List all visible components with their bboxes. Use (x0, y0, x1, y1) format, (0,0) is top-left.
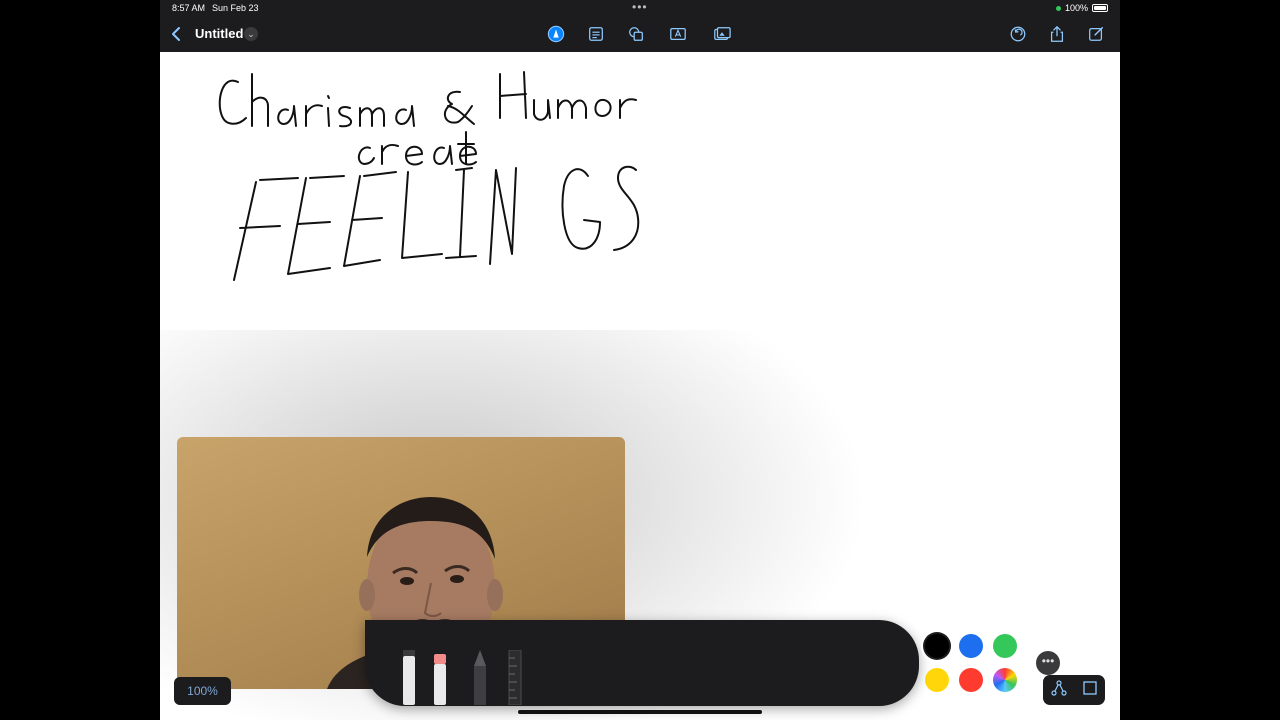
blue-swatch[interactable] (959, 634, 983, 658)
yellow-swatch[interactable] (925, 668, 949, 692)
more-options-button[interactable]: ••• (1036, 651, 1060, 675)
handwriting-strokes (218, 71, 640, 281)
title-chevron-down-icon[interactable]: ⌄ (244, 27, 258, 41)
home-indicator[interactable] (518, 710, 762, 714)
selection-box-icon[interactable] (1082, 680, 1098, 701)
undo-icon[interactable] (1008, 25, 1028, 43)
pen-tool-icon[interactable] (546, 25, 566, 43)
red-swatch[interactable] (959, 668, 983, 692)
black-swatch[interactable] (925, 634, 949, 658)
edit-icon[interactable] (1086, 25, 1106, 43)
handwriting-canvas[interactable] (160, 52, 1120, 352)
battery-percent: 100% (1064, 3, 1088, 13)
zoom-level[interactable]: 100% (174, 677, 231, 705)
multitasking-dots-icon[interactable]: ••• (632, 0, 648, 14)
status-date: Sun Feb 23 (212, 3, 259, 13)
text-icon[interactable] (668, 25, 688, 43)
color-wheel-swatch[interactable] (993, 668, 1017, 692)
connection-lines-icon[interactable] (1050, 679, 1067, 701)
share-icon[interactable] (1047, 25, 1067, 43)
status-time: 8:57 AM (172, 3, 206, 13)
media-icon[interactable] (712, 25, 732, 43)
ipad-screen: 8:57 AM Sun Feb 23 ••• 100% Untitled ⌄ •… (160, 0, 1120, 720)
back-chevron-icon[interactable] (168, 25, 186, 43)
camera-indicator-icon (1055, 5, 1061, 11)
top-bar: 8:57 AM Sun Feb 23 ••• 100% Untitled ⌄ (160, 0, 1120, 52)
shapes-icon[interactable] (626, 25, 646, 43)
bottom-tools (1043, 675, 1105, 705)
document-title[interactable]: Untitled (195, 26, 243, 41)
battery-icon (1092, 4, 1108, 12)
highlighter-tool[interactable] (433, 650, 447, 705)
text-box-icon[interactable] (586, 25, 606, 43)
status-indicators: 100% (1055, 3, 1108, 13)
ruler-tool[interactable] (508, 649, 522, 706)
eraser-tool[interactable] (402, 650, 416, 705)
green-swatch[interactable] (993, 634, 1017, 658)
drawing-palette: ••• (365, 620, 1060, 706)
pencil-tool[interactable] (473, 650, 487, 705)
